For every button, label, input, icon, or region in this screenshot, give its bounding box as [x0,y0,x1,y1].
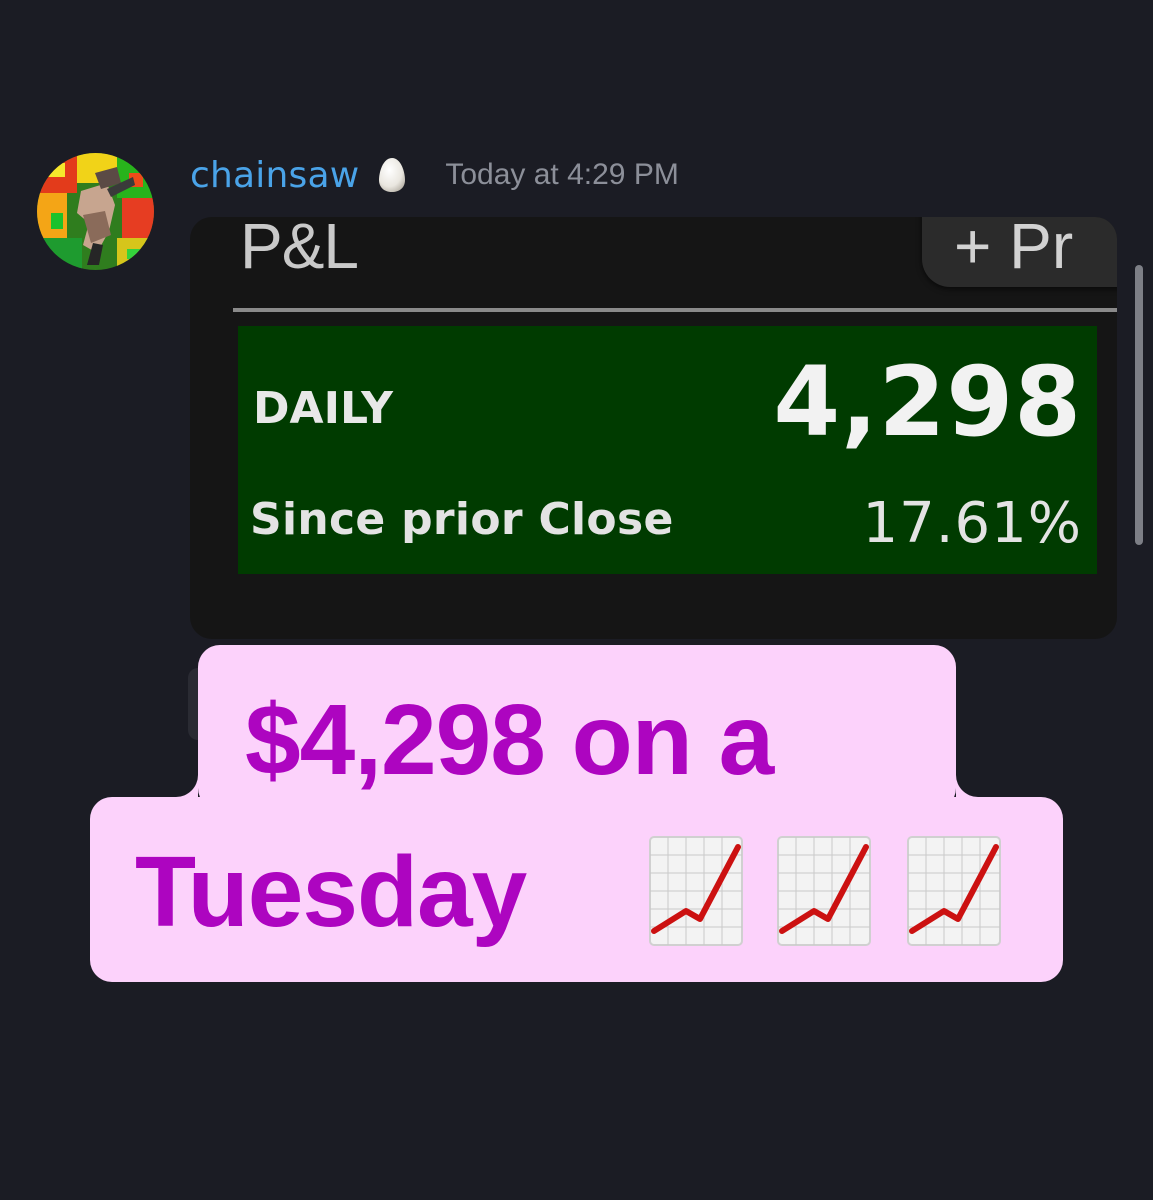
scrollbar-thumb[interactable] [1135,265,1143,545]
since-prior-close-value: 17.61% [862,491,1082,556]
chart-increasing-icon [907,836,1001,946]
add-position-label: + Pr [954,217,1074,282]
chart-increasing-icon [649,836,743,946]
since-prior-close-label: Since prior Close [250,494,674,545]
chart-increasing-icon [777,836,871,946]
caption-corner-left [176,775,198,797]
caption-line-2: Tuesday [135,836,527,948]
avatar-image [37,153,154,270]
daily-label: DAILY [253,383,393,434]
avatar[interactable] [37,153,154,270]
egg-icon [379,158,406,192]
add-position-button: + Pr [922,217,1117,287]
caption-corner-right [956,775,978,797]
username[interactable]: chainsaw [190,155,359,196]
daily-pl-panel: DAILY 4,298 Since prior Close 17.61% [238,326,1097,574]
divider [233,308,1117,312]
daily-value: 4,298 [773,346,1082,458]
message-timestamp: Today at 4:29 PM [445,158,679,191]
pl-title: P&L [240,217,359,282]
caption-line-1: $4,298 on a [245,684,774,796]
image-attachment[interactable]: P&L + Pr DAILY 4,298 Since prior Close 1… [190,217,1117,639]
message-header: chainsaw Today at 4:29 PM [190,150,679,200]
